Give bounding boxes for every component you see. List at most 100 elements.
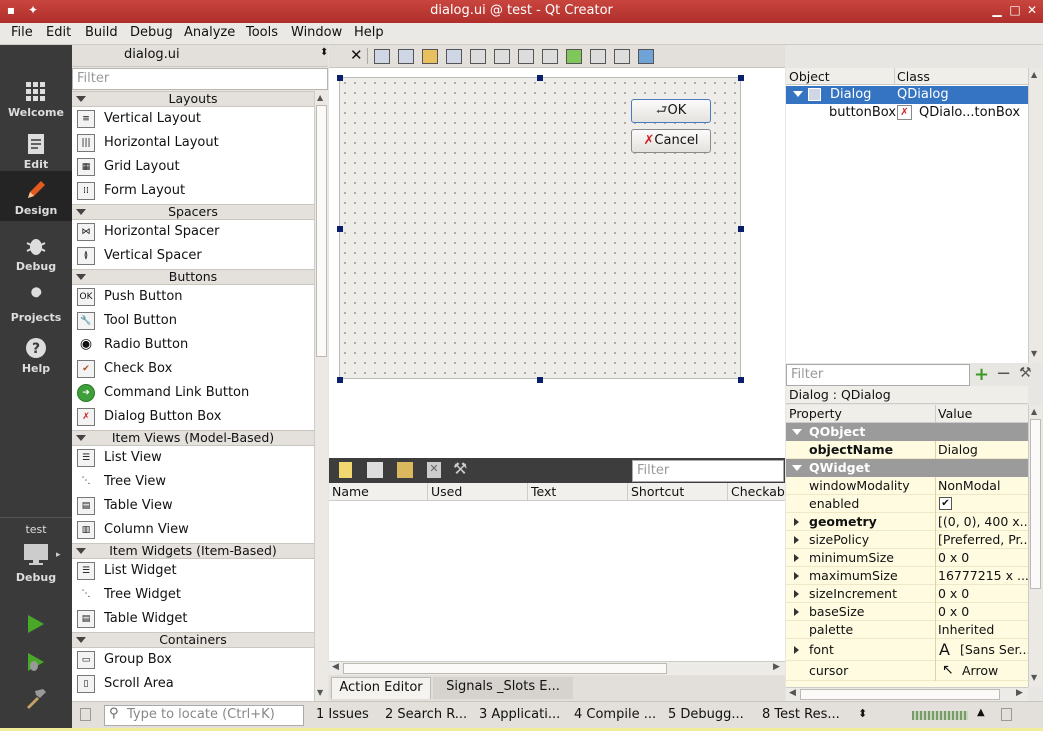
add-dynamic-property-icon[interactable]: +	[974, 364, 989, 385]
category-spacers[interactable]: Spacers	[72, 204, 314, 220]
expand-arrow-icon[interactable]	[794, 572, 799, 580]
mode-design[interactable]: Design	[0, 171, 72, 221]
lay-out-horizontally-icon[interactable]	[470, 49, 486, 64]
prop-value[interactable]: Arrow	[962, 663, 1028, 678]
widget-radio-button[interactable]: ◉ Radio Button	[72, 333, 314, 357]
resize-handle[interactable]	[337, 226, 343, 232]
category-item-views[interactable]: Item Views (Model-Based)	[72, 430, 314, 446]
prop-sizeincrement[interactable]: sizeIncrement 0 x 0	[786, 585, 1028, 603]
maximize-icon[interactable]: □	[1008, 3, 1022, 17]
edit-buddies-icon[interactable]	[422, 49, 438, 64]
copy-action-icon[interactable]	[367, 462, 383, 478]
widget-list-view[interactable]: ☰ List View	[72, 446, 314, 470]
widget-horizontal-layout[interactable]: ||| Horizontal Layout	[72, 131, 314, 155]
prop-maximumsize[interactable]: maximumSize 16777215 x ...	[786, 567, 1028, 585]
resize-handle[interactable]	[337, 377, 343, 383]
file-dropdown-icon[interactable]: ⬍	[320, 47, 328, 58]
prop-value[interactable]: NonModal	[938, 478, 1028, 493]
resize-handle[interactable]	[738, 75, 744, 81]
pane-debugger-console[interactable]: 5 Debugg...	[668, 707, 744, 722]
mode-welcome[interactable]: Welcome	[0, 73, 72, 123]
prop-value[interactable]: 0 x 0	[938, 550, 1028, 565]
widget-check-box[interactable]: ✔ Check Box	[72, 357, 314, 381]
widget-form-layout[interactable]: ⁞⁞ Form Layout	[72, 179, 314, 203]
expand-arrow-icon[interactable]	[794, 608, 799, 616]
widget-scroll-area[interactable]: ▯ Scroll Area	[72, 672, 314, 696]
scroll-right-icon[interactable]: ▶	[773, 662, 780, 672]
prop-value[interactable]: [(0, 0), 400 x...	[938, 514, 1028, 529]
prop-value[interactable]: [Preferred, Pr...	[938, 532, 1028, 547]
widget-group-box[interactable]: ▭ Group Box	[72, 648, 314, 672]
scroll-up-icon[interactable]: ▲	[1031, 70, 1037, 79]
scrollbar-thumb[interactable]	[343, 663, 667, 674]
widgetbox-scrollbar[interactable]: ▲ ▼	[314, 91, 328, 701]
widget-tool-button[interactable]: 🔧 Tool Button	[72, 309, 314, 333]
dialog-form[interactable]: ⮐OK ✗Cancel	[339, 77, 741, 379]
more-panes-icon[interactable]: ⬍	[858, 707, 867, 720]
break-layout-icon[interactable]	[614, 49, 630, 64]
enabled-checkbox[interactable]: ✔	[939, 497, 952, 510]
scroll-down-icon[interactable]: ▼	[1031, 349, 1037, 358]
close-editor-icon[interactable]: ✕	[350, 46, 363, 64]
column-header[interactable]: Shortcut	[631, 484, 684, 499]
scroll-left-icon[interactable]: ◀	[789, 688, 796, 698]
close-window-icon[interactable]: ✕	[1025, 3, 1039, 17]
expand-progress-icon[interactable]: ▲	[977, 707, 985, 718]
horizontal-splitter-icon[interactable]	[518, 49, 534, 64]
delete-action-icon[interactable]: ✕	[427, 462, 441, 478]
menu-analyze[interactable]: Analyze	[184, 25, 235, 40]
widget-dialog-button-box[interactable]: ✗ Dialog Button Box	[72, 405, 314, 429]
prop-font[interactable]: font A [Sans Ser...	[786, 639, 1028, 661]
prop-windowmodality[interactable]: windowModality NonModal	[786, 477, 1028, 495]
prop-value[interactable]: 0 x 0	[938, 586, 1028, 601]
pane-issues[interactable]: 1 Issues	[316, 707, 369, 722]
menu-help[interactable]: Help	[354, 25, 384, 40]
prop-basesize[interactable]: baseSize 0 x 0	[786, 603, 1028, 621]
expand-arrow-icon[interactable]	[794, 518, 799, 526]
tab-signals-slots-editor[interactable]: Signals _Slots E...	[433, 677, 573, 699]
expand-arrow-icon[interactable]	[794, 590, 799, 598]
action-table-body[interactable]	[329, 501, 785, 661]
column-header[interactable]: Text	[531, 484, 556, 499]
group-qobject[interactable]: QObject	[786, 423, 1028, 441]
prop-sizepolicy[interactable]: sizePolicy [Preferred, Pr...	[786, 531, 1028, 549]
toggle-right-sidebar-icon[interactable]	[1001, 708, 1012, 721]
property-editor-scrollbar[interactable]: ▲ ▼	[1028, 405, 1042, 687]
column-header[interactable]: Checkable	[731, 484, 785, 499]
widget-horizontal-spacer[interactable]: ⋈ Horizontal Spacer	[72, 220, 314, 244]
remove-dynamic-property-icon[interactable]: −	[996, 363, 1011, 384]
menu-debug[interactable]: Debug	[130, 25, 173, 40]
kit-selector[interactable]: ▸ Debug	[0, 538, 72, 590]
prop-minimumsize[interactable]: minimumSize 0 x 0	[786, 549, 1028, 567]
debug-run-icon[interactable]	[24, 651, 48, 673]
widget-vertical-layout[interactable]: ≡ Vertical Layout	[72, 107, 314, 131]
column-header[interactable]: Object	[789, 69, 830, 84]
form-layout-tool-icon[interactable]	[566, 49, 582, 64]
widget-tree-widget[interactable]: ⋱ Tree Widget	[72, 583, 314, 607]
scroll-left-icon[interactable]: ◀	[332, 662, 339, 672]
property-horizontal-scrollbar[interactable]: ◀ ▶	[786, 687, 1028, 701]
configure-wrench-icon[interactable]: ⚒	[1019, 365, 1032, 381]
prop-geometry[interactable]: geometry [(0, 0), 400 x...	[786, 513, 1028, 531]
scroll-down-icon[interactable]: ▼	[317, 688, 323, 697]
locator-input[interactable]: ⚲ Type to locate (Ctrl+K)	[104, 705, 304, 726]
widget-command-link-button[interactable]: ➜ Command Link Button	[72, 381, 314, 405]
edit-widgets-icon[interactable]	[374, 49, 390, 64]
menu-file[interactable]: File	[11, 25, 33, 40]
mode-projects[interactable]: Projects	[0, 278, 72, 328]
prop-value[interactable]: 0 x 0	[938, 604, 1028, 619]
scroll-up-icon[interactable]: ▲	[1031, 407, 1037, 416]
widget-grid-layout[interactable]: ▦ Grid Layout	[72, 155, 314, 179]
pane-application-output[interactable]: 3 Applicati...	[479, 707, 560, 722]
expand-arrow-icon[interactable]	[794, 646, 799, 654]
scroll-down-icon[interactable]: ▼	[1031, 673, 1037, 682]
prop-value[interactable]: [Sans Ser...	[960, 642, 1028, 657]
pane-compile-output[interactable]: 4 Compile ...	[574, 707, 656, 722]
scrollbar-thumb[interactable]	[800, 689, 1000, 700]
menu-edit[interactable]: Edit	[46, 25, 71, 40]
widget-tree-view[interactable]: ⋱ Tree View	[72, 470, 314, 494]
category-layouts[interactable]: Layouts	[72, 91, 314, 107]
group-qwidget[interactable]: QWidget	[786, 459, 1028, 477]
resize-handle[interactable]	[337, 75, 343, 81]
lay-out-vertically-icon[interactable]	[494, 49, 510, 64]
